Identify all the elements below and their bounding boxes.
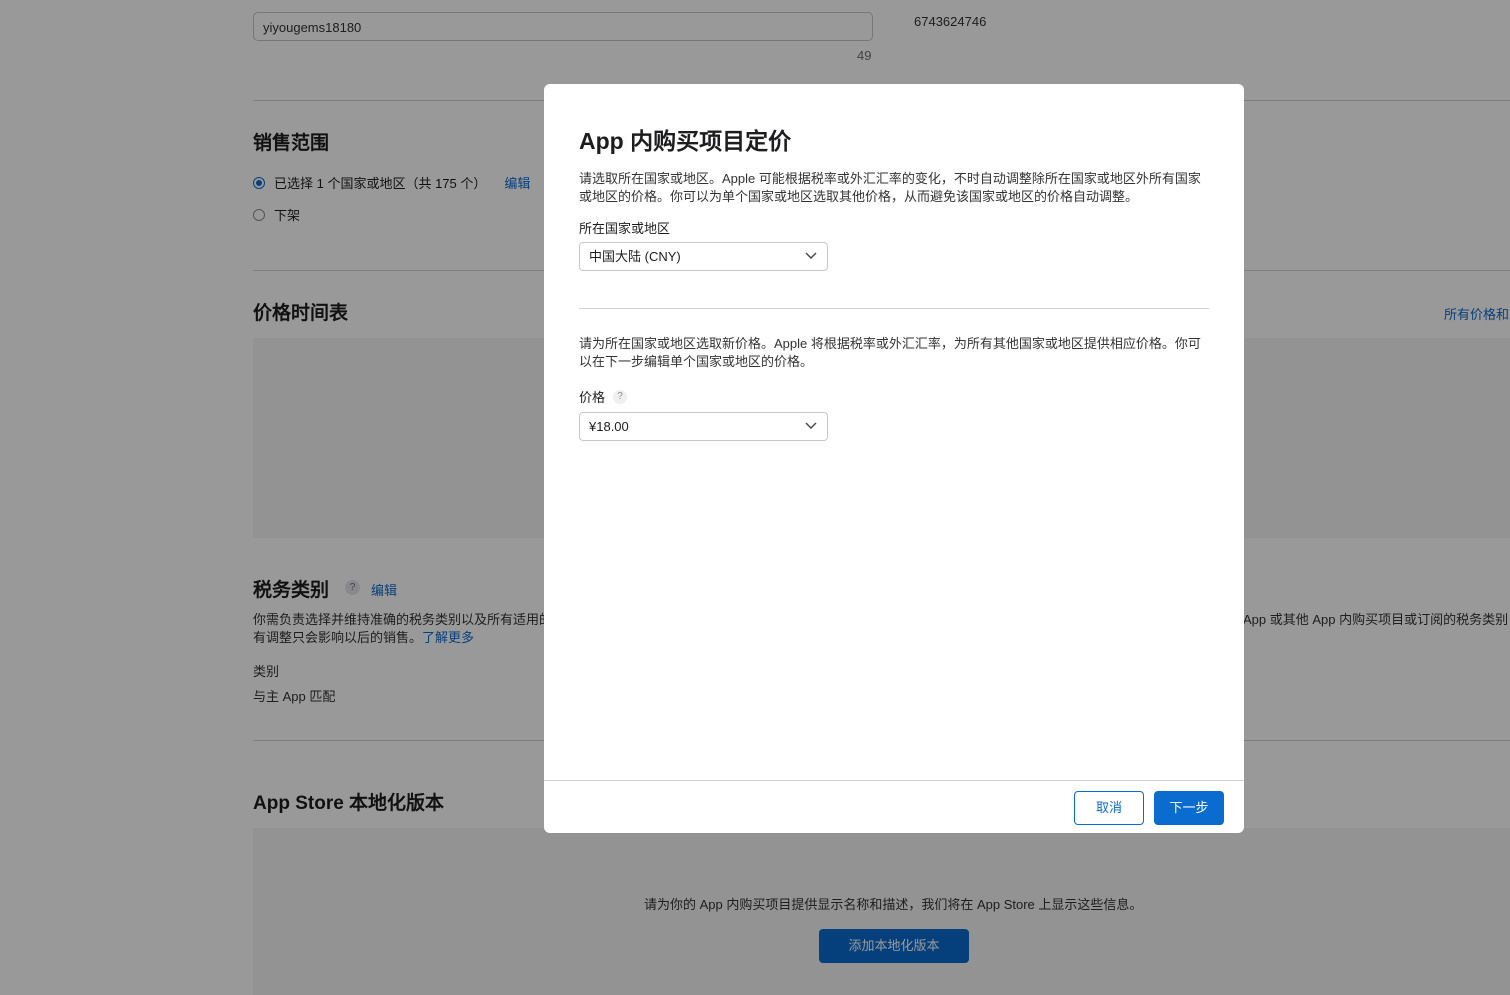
- help-icon[interactable]: ?: [613, 389, 628, 404]
- country-label: 所在国家或地区: [579, 221, 671, 236]
- chevron-down-icon: [805, 422, 817, 429]
- modal-footer-divider: [544, 780, 1244, 781]
- chevron-down-icon: [805, 252, 817, 259]
- price-select[interactable]: ¥18.00: [579, 412, 828, 441]
- modal-description-price: 请为所在国家或地区选取新价格。Apple 将根据税率或外汇汇率，为所有其他国家或…: [579, 336, 1201, 369]
- price-select-value: ¥18.00: [589, 419, 629, 434]
- price-label: 价格: [579, 390, 606, 405]
- price-label-row: 价格 ?: [579, 387, 628, 406]
- modal-description-country: 请选取所在国家或地区。Apple 可能根据税率或外汇汇率的变化，不时自动调整除所…: [579, 171, 1201, 204]
- next-button[interactable]: 下一步: [1154, 791, 1224, 825]
- pricing-modal: App 内购买项目定价 请选取所在国家或地区。Apple 可能根据税率或外汇汇率…: [544, 84, 1244, 833]
- modal-divider: [579, 308, 1209, 309]
- country-select[interactable]: 中国大陆 (CNY): [579, 242, 828, 271]
- cancel-button[interactable]: 取消: [1074, 791, 1144, 825]
- country-select-value: 中国大陆 (CNY): [589, 249, 681, 264]
- modal-title: App 内购买项目定价: [579, 128, 792, 154]
